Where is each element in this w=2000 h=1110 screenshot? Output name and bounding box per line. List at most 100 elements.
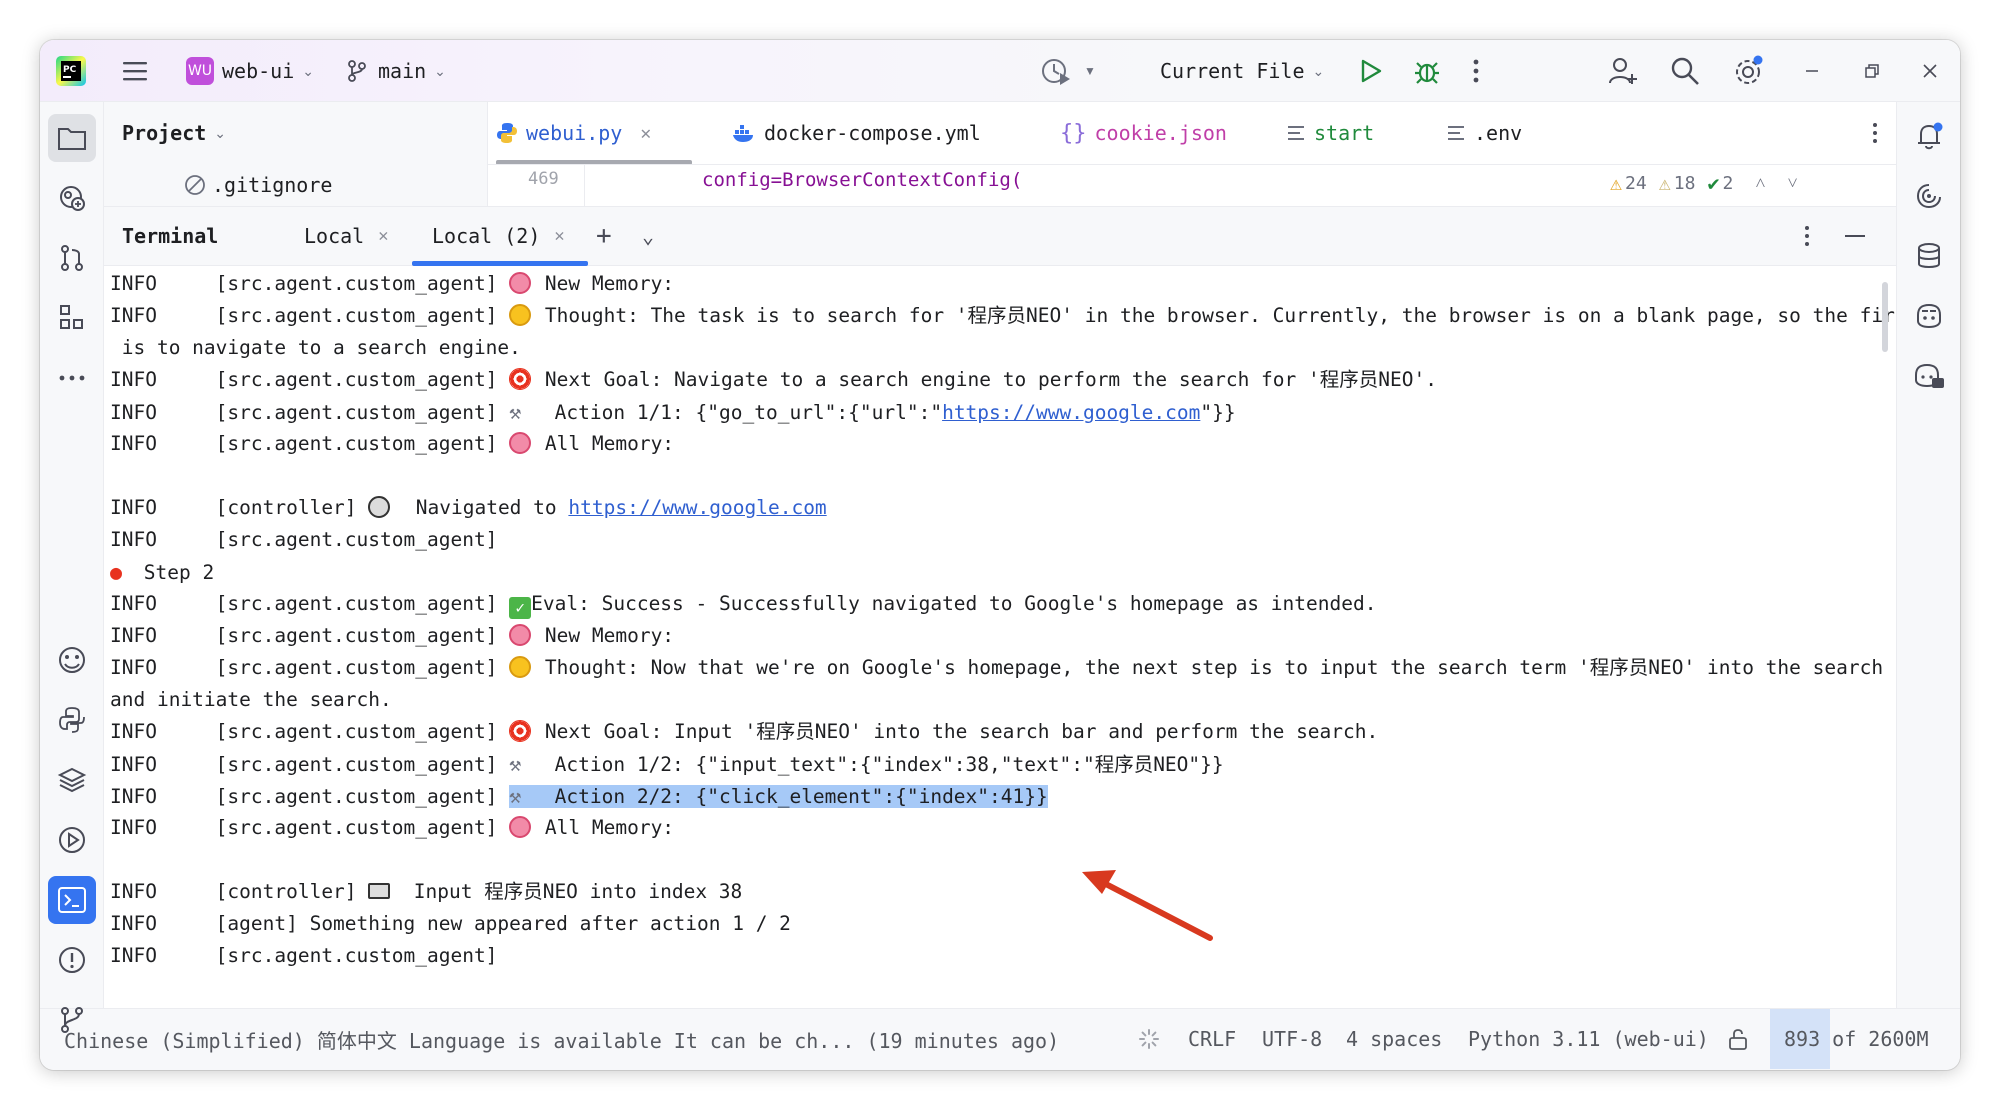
terminal-dropdown-chevron-icon[interactable]: ⌄ xyxy=(642,207,654,265)
interpreter-widget[interactable]: Python 3.11 (web-ui) xyxy=(1468,1009,1709,1069)
next-highlight-icon[interactable]: ˅ xyxy=(1788,173,1798,194)
close-window-icon[interactable] xyxy=(1922,40,1938,102)
run-config-selector[interactable]: Current File ⌄ xyxy=(1160,40,1324,102)
tab-label: cookie.json xyxy=(1094,121,1227,145)
more-tool-windows-icon[interactable] xyxy=(48,354,96,402)
warning-count: 24 xyxy=(1625,172,1647,194)
tree-item-label: .gitignore xyxy=(212,173,333,197)
project-view-selector[interactable]: Project ⌄ xyxy=(122,102,226,164)
restore-window-icon[interactable] xyxy=(1864,40,1880,102)
git-icon[interactable] xyxy=(48,996,96,1044)
text-file-icon xyxy=(1448,126,1464,140)
notifications-bell-icon[interactable] xyxy=(1905,112,1953,160)
tab-label: webui.py xyxy=(526,121,623,145)
copilot-chat-icon[interactable] xyxy=(1905,352,1953,400)
project-panel-title: Project xyxy=(122,121,207,145)
run-widget-icon[interactable]: ▼ xyxy=(1040,40,1096,102)
editor-tabs-area: webui.py ✕ docker-compose.yml {} cookie.… xyxy=(488,102,1896,207)
tab-cookie-json[interactable]: {} cookie.json xyxy=(1060,102,1227,164)
tree-item-gitignore[interactable]: .gitignore xyxy=(184,164,332,206)
branch-name: main xyxy=(378,59,427,83)
chevron-down-icon: ⌄ xyxy=(214,124,227,141)
close-tab-icon[interactable]: ✕ xyxy=(378,226,388,246)
database-icon[interactable] xyxy=(1905,232,1953,280)
terminal-header: Terminal Local ✕ Local (2) ✕ + ⌄ xyxy=(104,206,1896,266)
docker-icon xyxy=(733,125,753,142)
copilot-icon[interactable] xyxy=(1905,292,1953,340)
project-badge: WU xyxy=(186,57,214,85)
search-icon[interactable] xyxy=(1670,40,1700,102)
project-name: web-ui xyxy=(222,59,295,83)
python-console-icon[interactable] xyxy=(48,696,96,744)
problems-icon[interactable] xyxy=(48,936,96,984)
chevron-down-icon: ⌄ xyxy=(1312,62,1325,79)
structure-icon[interactable] xyxy=(48,294,96,342)
memory-indicator[interactable]: 893 of 2600M xyxy=(1784,1009,1929,1069)
debug-icon[interactable] xyxy=(1413,40,1441,102)
chevron-down-icon: ⌄ xyxy=(434,62,446,79)
terminal-tab-local-2[interactable]: Local (2) ✕ xyxy=(432,207,565,265)
pull-requests-icon[interactable] xyxy=(48,234,96,282)
terminal-output[interactable]: INFO [src.agent.custom_agent] New Memory… xyxy=(104,266,1896,1008)
run-icon[interactable] xyxy=(1358,40,1384,102)
text-file-icon xyxy=(1288,126,1304,140)
ide-window: PC WU web-ui ⌄ main ⌄ ▼ Current File ⌄ P… xyxy=(40,40,1960,1070)
right-tool-strip xyxy=(1896,102,1960,1010)
add-user-icon[interactable] xyxy=(1608,40,1638,102)
chevron-down-icon: ▼ xyxy=(1084,64,1096,78)
tab-label: docker-compose.yml xyxy=(764,121,981,145)
project-widget[interactable]: WU web-ui ⌄ xyxy=(186,40,314,102)
line-separator-widget[interactable]: CRLF xyxy=(1188,1009,1236,1069)
hide-panel-icon[interactable] xyxy=(1844,207,1866,265)
weak-warning-count: 18 xyxy=(1673,172,1696,194)
layers-icon[interactable] xyxy=(48,756,96,804)
tab-start[interactable]: start xyxy=(1286,102,1374,164)
terminal-icon[interactable] xyxy=(48,876,96,924)
tab-webui-py[interactable]: webui.py ✕ xyxy=(496,102,651,164)
lock-icon[interactable] xyxy=(1728,1009,1748,1069)
status-bar: Chinese (Simplified) 简体中文 Language is av… xyxy=(40,1008,1960,1070)
services-icon[interactable] xyxy=(48,816,96,864)
tab-options-icon[interactable] xyxy=(1872,102,1878,164)
warning-icon: ⚠ xyxy=(1610,171,1623,195)
line-number: 469 xyxy=(528,169,559,189)
main-menu-icon[interactable] xyxy=(120,40,150,102)
code-editor-peek[interactable]: 469 config=BrowserContextConfig( ⚠ 24 ⚠ … xyxy=(488,164,1896,207)
svg-text:PC: PC xyxy=(63,65,77,75)
left-tool-strip xyxy=(40,102,104,1010)
encoding-widget[interactable]: UTF-8 xyxy=(1262,1009,1322,1069)
ai-chat-icon[interactable] xyxy=(1905,172,1953,220)
tab-label: Local xyxy=(304,224,365,248)
weak-warning-icon: ⚠ xyxy=(1658,171,1671,195)
indent-widget[interactable]: 4 spaces xyxy=(1346,1009,1442,1069)
ignored-file-icon xyxy=(185,175,205,195)
background-tasks-spinner-icon[interactable] xyxy=(1138,1009,1160,1069)
tab-env[interactable]: .env xyxy=(1446,102,1522,164)
status-message[interactable]: Chinese (Simplified) 简体中文 Language is av… xyxy=(64,1009,1059,1069)
new-terminal-tab-icon[interactable]: + xyxy=(596,207,612,265)
python-packages-icon[interactable] xyxy=(48,174,96,222)
settings-gear-icon[interactable] xyxy=(1732,40,1764,102)
tab-docker-compose[interactable]: docker-compose.yml xyxy=(732,102,981,164)
project-folder-icon[interactable] xyxy=(48,114,96,162)
close-tab-icon[interactable]: ✕ xyxy=(640,123,651,144)
tab-label: Local (2) xyxy=(432,224,541,248)
minimize-window-icon[interactable] xyxy=(1804,40,1820,102)
previous-highlight-icon[interactable]: ˄ xyxy=(1755,173,1765,194)
tab-label: .env xyxy=(1474,121,1523,145)
terminal-tab-local[interactable]: Local ✕ xyxy=(304,207,388,265)
inspection-widget[interactable]: ⚠ 24 ⚠ 18 ✔ 2 ˄ ˅ xyxy=(1610,171,1798,195)
annotation-arrow xyxy=(1082,870,1213,941)
run-config-label: Current File xyxy=(1160,59,1305,83)
chevron-down-icon: ⌄ xyxy=(302,62,314,79)
pycharm-logo-icon[interactable]: PC xyxy=(56,40,86,102)
close-tab-icon[interactable]: ✕ xyxy=(554,226,564,246)
code-line: config=BrowserContextConfig( xyxy=(702,169,1023,191)
terminal-title: Terminal xyxy=(122,224,219,248)
more-actions-icon[interactable] xyxy=(1472,40,1480,102)
title-bar: PC WU web-ui ⌄ main ⌄ ▼ Current File ⌄ xyxy=(40,40,1960,102)
gutter-divider xyxy=(584,165,585,207)
vcs-branch-widget[interactable]: main ⌄ xyxy=(346,40,446,102)
ai-assistant-icon[interactable] xyxy=(48,636,96,684)
terminal-options-icon[interactable] xyxy=(1804,207,1810,265)
